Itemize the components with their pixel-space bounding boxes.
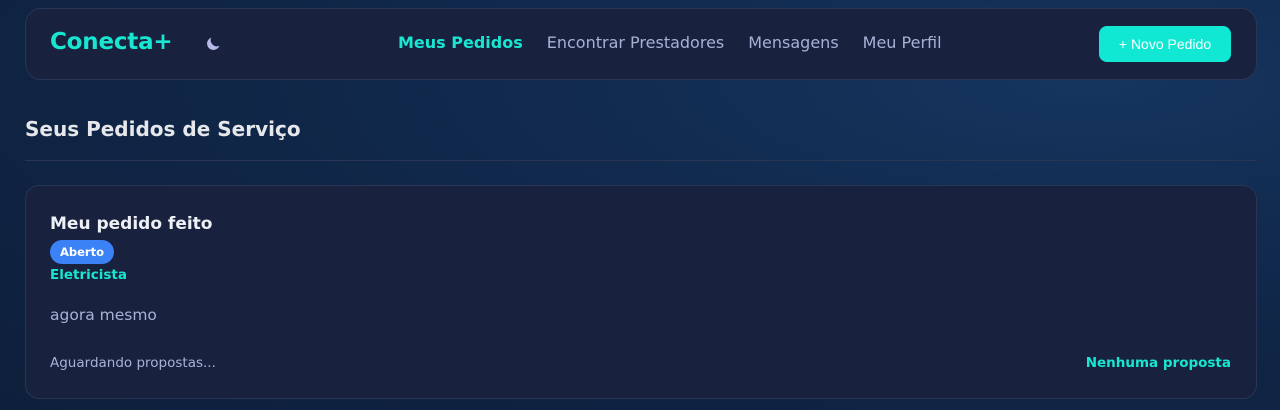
- title-divider: [25, 160, 1257, 161]
- status-badge: Aberto: [50, 240, 115, 264]
- request-category: Eletricista: [50, 267, 127, 283]
- request-card[interactable]: Meu pedido feito Aberto Eletricista agor…: [25, 185, 1257, 399]
- page-title: Seus Pedidos de Serviço: [25, 117, 301, 141]
- moon-icon[interactable]: [204, 35, 222, 53]
- request-title: Meu pedido feito: [50, 214, 213, 234]
- new-request-button[interactable]: + Novo Pedido: [1099, 26, 1231, 62]
- nav-encontrar-prestadores[interactable]: Encontrar Prestadores: [547, 33, 725, 52]
- proposals-count: Nenhuma proposta: [1085, 355, 1231, 371]
- request-time: agora mesmo: [50, 306, 157, 324]
- main-nav: Meus Pedidos Encontrar Prestadores Mensa…: [398, 33, 942, 52]
- brand-logo[interactable]: Conecta+: [50, 29, 173, 55]
- nav-mensagens[interactable]: Mensagens: [748, 33, 838, 52]
- navbar: Conecta+ Meus Pedidos Encontrar Prestado…: [25, 8, 1257, 80]
- request-waiting-status: Aguardando propostas...: [50, 355, 216, 371]
- nav-meus-pedidos[interactable]: Meus Pedidos: [398, 33, 523, 52]
- nav-meu-perfil[interactable]: Meu Perfil: [863, 33, 942, 52]
